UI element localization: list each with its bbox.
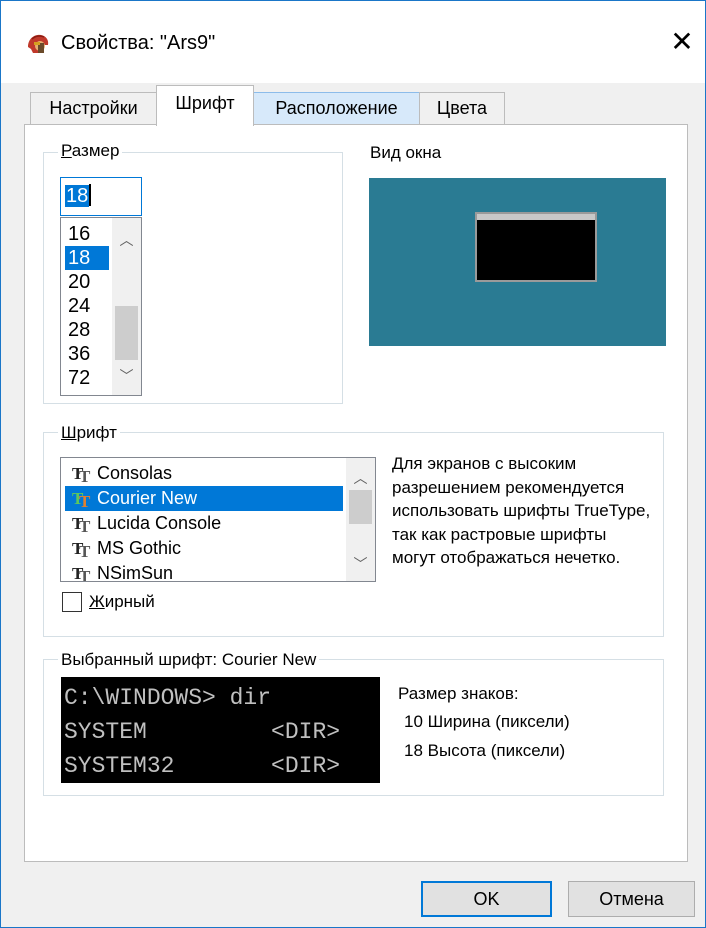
truetype-icon: TT [72, 514, 91, 534]
ok-button[interactable]: OK [421, 881, 552, 917]
font-sample-preview: C:\WINDOWS> dir SYSTEM <DIR> SYSTEM32 <D… [61, 677, 380, 783]
size-label-accel: Р [61, 141, 72, 160]
char-width: 10 Ширина (пиксели) [404, 712, 570, 731]
cancel-button[interactable]: Отмена [568, 881, 695, 917]
font-scrollbar[interactable]: ︿ ﹀ [346, 458, 375, 581]
tab-colors[interactable]: Цвета [419, 92, 505, 124]
size-option[interactable]: 24 [65, 294, 109, 318]
size-listbox[interactable]: 16 18 20 24 28 36 72 ︿ ﹀ [60, 217, 142, 396]
size-option[interactable]: 20 [65, 270, 109, 294]
char-height: 18 Высота (пиксели) [404, 741, 566, 760]
scroll-up-icon[interactable]: ︿ [346, 468, 375, 488]
size-scrollbar[interactable]: ︿ ﹀ [112, 218, 141, 395]
char-size-title: Размер знаков: [398, 684, 519, 703]
svg-text:T: T [79, 517, 91, 534]
preview-label: Вид окна [370, 143, 442, 162]
mini-title-bar [477, 214, 595, 220]
font-option-label: MS Gothic [97, 538, 182, 558]
bold-label-accel: Ж [89, 592, 105, 611]
font-group-label: Шрифт [58, 423, 120, 443]
font-option-label: Lucida Console [97, 513, 222, 533]
scroll-down-icon[interactable]: ﹀ [346, 554, 375, 574]
font-option-label: Courier New [97, 488, 198, 508]
font-listbox[interactable]: TT Consolas TT Courier New TT Lucida Con… [60, 457, 376, 582]
mini-console-window [475, 212, 597, 282]
tab-font[interactable]: Шрифт [156, 85, 254, 126]
size-option[interactable]: 28 [65, 318, 109, 342]
bold-label-rest: ирный [104, 592, 155, 611]
font-label-accel: Ш [61, 423, 77, 442]
window-preview [369, 178, 666, 346]
console-line: SYSTEM <DIR> [64, 719, 341, 745]
console-line: SYSTEM32 <DIR> [64, 753, 341, 779]
app-icon [28, 34, 49, 53]
size-input[interactable]: 18 [60, 177, 142, 216]
console-line: C:\WINDOWS> dir [64, 685, 272, 711]
svg-text:T: T [79, 567, 91, 582]
bold-label[interactable]: Жирный [89, 592, 155, 612]
text-caret [89, 184, 92, 206]
size-group-label: Размер [58, 141, 123, 161]
font-option[interactable]: TT Consolas [65, 461, 343, 486]
scroll-up-icon[interactable]: ︿ [112, 230, 141, 250]
scroll-thumb[interactable] [349, 490, 372, 524]
font-option[interactable]: TT MS Gothic [65, 536, 343, 561]
scroll-down-icon[interactable]: ﹀ [112, 366, 141, 386]
title-bar: Свойства: "Ars9" ✕ [1, 1, 705, 83]
font-option-selected[interactable]: TT Courier New [65, 486, 343, 511]
selected-font-label: Выбранный шрифт: Courier New [58, 650, 320, 670]
font-option-label: Consolas [97, 463, 173, 483]
truetype-icon: TT [72, 464, 91, 484]
truetype-icon: TT [72, 539, 91, 559]
size-option[interactable]: 16 [65, 222, 109, 246]
size-option-selected[interactable]: 18 [65, 246, 109, 270]
truetype-icon: TT [72, 489, 91, 509]
truetype-icon: TT [72, 564, 91, 582]
window-title: Свойства: "Ars9" [61, 32, 216, 54]
font-option-label: NSimSun [97, 563, 174, 582]
size-option[interactable]: 72 [65, 366, 109, 390]
bold-checkbox[interactable] [62, 592, 82, 612]
font-label-rest: рифт [76, 423, 117, 442]
scroll-thumb[interactable] [115, 306, 138, 360]
svg-text:T: T [79, 542, 91, 559]
truetype-recommendation-text: Для экранов с высоким разрешением рекоме… [392, 454, 651, 567]
font-option[interactable]: TT NSimSun [65, 561, 343, 582]
size-input-value: 18 [65, 185, 90, 207]
font-option[interactable]: TT Lucida Console [65, 511, 343, 536]
svg-text:T: T [79, 467, 91, 484]
close-button[interactable]: ✕ [659, 21, 705, 65]
tab-layout[interactable]: Расположение [253, 92, 420, 124]
svg-text:T: T [79, 492, 91, 509]
size-label-rest: азмер [71, 141, 120, 160]
size-option[interactable]: 36 [65, 342, 109, 366]
tab-settings[interactable]: Настройки [30, 92, 157, 124]
